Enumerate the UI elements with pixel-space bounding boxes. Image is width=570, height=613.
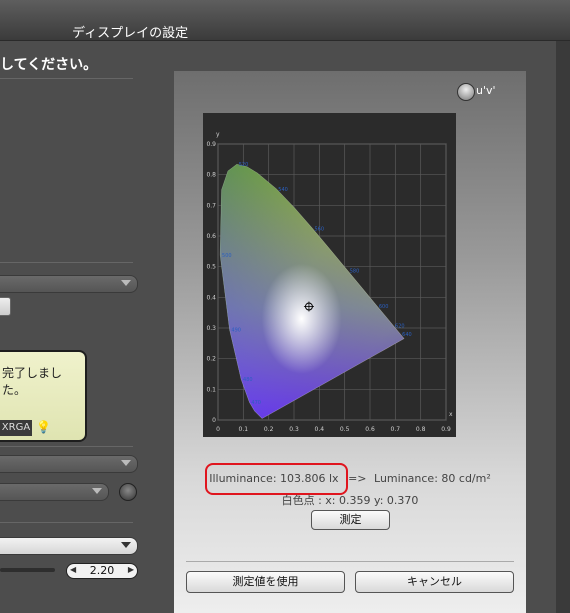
wavelength-label: 480 xyxy=(243,377,253,383)
settings-dropdown[interactable] xyxy=(0,275,138,293)
wavelength-label: 490 xyxy=(231,328,241,334)
wavelength-label: 600 xyxy=(379,304,389,310)
y-tick-label: 0.4 xyxy=(206,294,216,301)
measurement-readout: Illuminance: 103.806 lx => Luminance: 80… xyxy=(174,472,526,485)
window-edge xyxy=(556,41,570,613)
gamma-dropdown[interactable] xyxy=(0,537,138,555)
white-point-dropdown[interactable] xyxy=(0,483,109,501)
instrument-badge: XRGA xyxy=(0,420,32,436)
chevron-down-icon xyxy=(121,280,131,286)
gamma-value: 2.20 xyxy=(89,564,115,577)
x-axis-label: x xyxy=(449,411,453,418)
illuminance-value: Illuminance: 103.806 lx xyxy=(209,472,339,485)
lightbulb-icon: 💡 xyxy=(36,420,51,434)
window-title: ディスプレイの設定 xyxy=(72,26,189,41)
x-tick-label: 0.4 xyxy=(315,426,325,433)
x-tick-label: 0.3 xyxy=(289,426,299,433)
y-tick-label: 0.8 xyxy=(206,172,216,179)
small-button[interactable] xyxy=(0,297,11,316)
wavelength-label: 520 xyxy=(239,162,249,168)
y-tick-label: 0.5 xyxy=(206,264,216,271)
x-tick-label: 0.6 xyxy=(365,426,375,433)
white-point-value: 白色点 : x: 0.359 y: 0.370 xyxy=(281,494,419,507)
status-display: 完了しました。 XRGA 💡 xyxy=(0,350,87,442)
x-tick-label: 0.1 xyxy=(239,426,249,433)
measure-button[interactable]: 測定 xyxy=(311,510,390,530)
y-axis-label: y xyxy=(216,131,220,138)
x-tick-label: 0 xyxy=(216,426,220,433)
cie-chart: 0 0.1 0.2 0.3 0.4 0.5 0.6 0.7 0.8 0.9 0 0.1 0.2 0.3 0.… xyxy=(203,113,456,437)
wavelength-label: 580 xyxy=(350,269,360,275)
wavelength-label: 500 xyxy=(222,253,232,259)
chevron-down-icon xyxy=(121,460,131,466)
x-tick-label: 0.2 xyxy=(264,426,274,433)
y-tick-label: 0.2 xyxy=(206,356,216,363)
gamma-stepper[interactable]: ◀ 2.20 ▶ xyxy=(66,563,138,579)
arrow-text: => xyxy=(348,472,367,485)
wavelength-label: 560 xyxy=(314,227,324,233)
x-tick-label: 0.8 xyxy=(416,426,426,433)
x-tick-label: 0.7 xyxy=(391,426,401,433)
chevron-down-icon xyxy=(92,488,102,494)
status-message: 完了しました。 xyxy=(2,366,63,397)
uv-option-label: u'v' xyxy=(476,84,496,97)
wavelength-label: 620 xyxy=(395,324,405,330)
x-tick-label: 0.5 xyxy=(340,426,350,433)
measure-round-button[interactable] xyxy=(119,483,137,501)
uv-radio-button[interactable] xyxy=(457,83,475,101)
cie-chart-svg: 0 0.1 0.2 0.3 0.4 0.5 0.6 0.7 0.8 0.9 0 0.1 0.2 0.3 0.… xyxy=(206,131,453,433)
y-tick-label: 0.3 xyxy=(206,325,216,332)
cancel-button[interactable]: キャンセル xyxy=(355,571,514,593)
y-tick-label: 0.6 xyxy=(206,233,216,240)
divider xyxy=(0,78,133,79)
gamma-slider[interactable] xyxy=(0,568,55,572)
use-measurement-button[interactable]: 測定値を使用 xyxy=(186,571,345,593)
divider xyxy=(186,561,514,562)
wavelength-label: 470 xyxy=(251,400,261,406)
x-tick-label: 0.9 xyxy=(441,426,451,433)
wavelength-label: 540 xyxy=(278,187,288,193)
divider xyxy=(0,522,133,523)
wavelength-label: 640 xyxy=(402,332,412,338)
profile-dropdown[interactable] xyxy=(0,455,138,473)
divider xyxy=(0,262,133,263)
instruction-heading: してください。 xyxy=(0,57,98,73)
divider xyxy=(0,446,133,447)
y-tick-label: 0.9 xyxy=(206,141,216,148)
y-tick-label: 0 xyxy=(212,417,216,424)
chevron-down-icon xyxy=(121,542,131,548)
chromaticity-white xyxy=(261,263,342,374)
y-tick-label: 0.1 xyxy=(206,386,216,393)
luminance-value: Luminance: 80 cd/m² xyxy=(374,472,491,485)
y-tick-label: 0.7 xyxy=(206,202,216,209)
title-bar: ディスプレイの設定 xyxy=(0,0,570,41)
increment-icon[interactable]: ▶ xyxy=(128,565,134,574)
